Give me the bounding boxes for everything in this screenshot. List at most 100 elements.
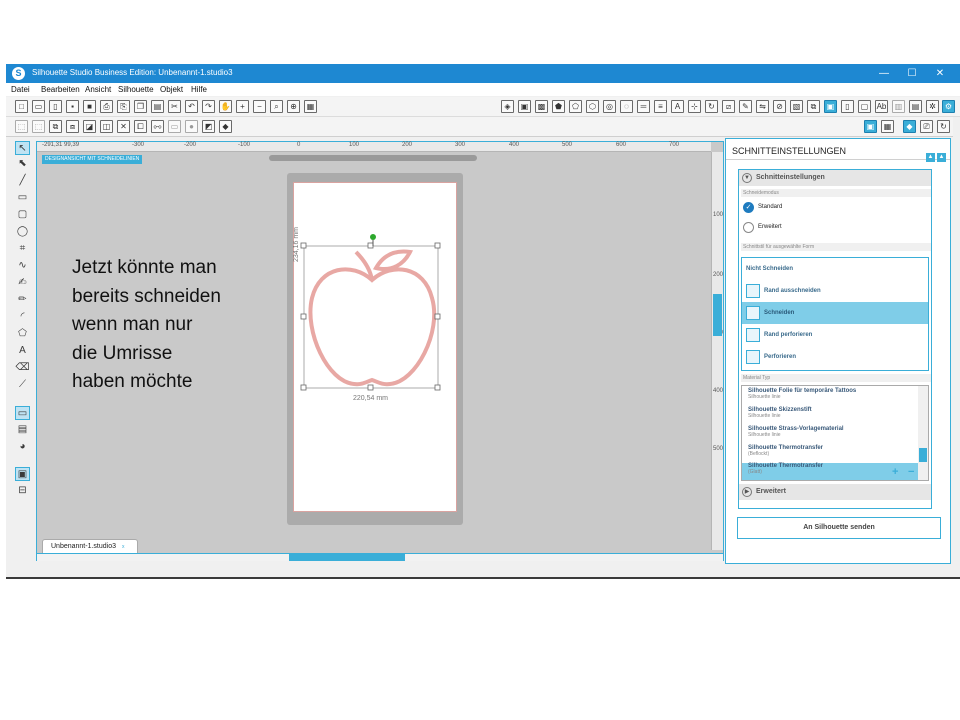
save-disk-icon[interactable]: ■ xyxy=(83,100,96,113)
menu-datei[interactable]: Datei xyxy=(11,85,30,94)
library-icon[interactable]: ▯ xyxy=(49,100,62,113)
panel-toggle-icon[interactable]: ▣ xyxy=(15,467,30,481)
polygon-tool-icon[interactable]: ⌗ xyxy=(15,242,30,256)
image-effects-icon[interactable]: ▧ xyxy=(790,100,803,113)
minimize-button[interactable]: — xyxy=(872,66,896,81)
gear-icon[interactable]: ⚙ xyxy=(942,100,955,113)
grid-settings-icon[interactable]: ▥ xyxy=(892,100,905,113)
expand-chevron-icon[interactable]: ▶ xyxy=(742,487,752,497)
menu-objekt[interactable]: Objekt xyxy=(160,85,183,94)
panel-close-icon[interactable]: ▲ xyxy=(937,153,946,162)
shape-filled-icon[interactable]: ⬠ xyxy=(569,100,582,113)
apple-shape[interactable] xyxy=(292,232,452,402)
collapse-chevron-icon[interactable]: ▼ xyxy=(742,173,752,183)
print-cut-icon[interactable]: ⎘ xyxy=(117,100,130,113)
replicate-icon[interactable]: ⧉ xyxy=(807,100,820,113)
vertical-scroll-thumb[interactable] xyxy=(713,294,722,336)
knife-tool-icon[interactable]: ⟋ xyxy=(15,378,30,392)
eraser-tool-icon[interactable]: ⌫ xyxy=(15,361,30,375)
shear-icon[interactable]: ⧄ xyxy=(722,100,735,113)
layers-icon[interactable]: ▤ xyxy=(909,100,922,113)
text-ab-icon[interactable]: Ab xyxy=(875,100,888,113)
point-edit-icon[interactable]: ⬉ xyxy=(15,157,30,171)
shape-outline-icon[interactable]: ⬡ xyxy=(586,100,599,113)
page-setup-icon[interactable]: ▯ xyxy=(841,100,854,113)
ellipse-tool-icon[interactable]: ◯ xyxy=(15,225,30,239)
rotate-icon[interactable]: ↻ xyxy=(705,100,718,113)
line-color-icon[interactable]: ≡ xyxy=(654,100,667,113)
apple-outline[interactable] xyxy=(308,249,437,387)
curve-tool-icon[interactable]: ∿ xyxy=(15,259,30,273)
horizontal-scroll-thumb[interactable] xyxy=(289,554,405,561)
new-document-icon[interactable]: □ xyxy=(15,100,28,113)
weld-icon[interactable]: ⊘ xyxy=(773,100,786,113)
delete-x-icon[interactable]: ✕ xyxy=(117,120,130,133)
trace-icon[interactable]: ◌ xyxy=(620,100,633,113)
grid-view-icon[interactable]: ▦ xyxy=(304,100,317,113)
design-view-icon[interactable]: ▣ xyxy=(864,120,877,133)
rounded-rect-tool-icon[interactable]: ▢ xyxy=(15,208,30,222)
knife-icon[interactable]: ◆ xyxy=(219,120,232,133)
store-globe-icon[interactable]: ◕ xyxy=(15,440,30,454)
menu-ansicht[interactable]: Ansicht xyxy=(85,85,111,94)
maximize-button[interactable]: ☐ xyxy=(900,66,924,81)
mat-width-slider[interactable] xyxy=(269,155,477,161)
material-item[interactable]: Silhouette Thermotransfer (Beflockt) xyxy=(742,445,918,464)
bring-front-icon[interactable]: ⧠ xyxy=(134,120,147,133)
nesting-icon[interactable]: ▣ xyxy=(824,100,837,113)
radio-extended[interactable] xyxy=(743,222,754,233)
rotate-handle[interactable] xyxy=(367,232,379,248)
circle-icon[interactable]: ● xyxy=(185,120,198,133)
mirror-icon[interactable]: ⇋ xyxy=(756,100,769,113)
offset-icon[interactable]: ◎ xyxy=(603,100,616,113)
remove-material-button[interactable]: − xyxy=(908,466,914,478)
group-icon[interactable]: ⧉ xyxy=(49,120,62,133)
transform-icon[interactable]: ⊹ xyxy=(688,100,701,113)
material-scrollbar[interactable] xyxy=(918,386,928,480)
settings-dial-icon[interactable]: ✲ xyxy=(926,100,939,113)
registration-icon[interactable]: ▢ xyxy=(858,100,871,113)
save-icon[interactable]: ▪ xyxy=(66,100,79,113)
pentagon-tool-icon[interactable]: ⬠ xyxy=(15,327,30,341)
cut-style-none[interactable]: Nicht Schneiden xyxy=(742,258,928,280)
cut-style-perf-edge[interactable]: Rand perforieren xyxy=(742,324,928,346)
text-tool-icon[interactable]: A xyxy=(15,344,30,358)
menu-silhouette[interactable]: Silhouette xyxy=(118,85,154,94)
document-tab[interactable]: Unbenannt-1.studio3 x xyxy=(42,539,138,553)
zoom-in-icon[interactable]: + xyxy=(236,100,249,113)
panel-icon[interactable]: ▣ xyxy=(518,100,531,113)
send-to-silhouette-button[interactable]: An Silhouette senden xyxy=(737,517,941,539)
close-button[interactable]: ✕ xyxy=(928,66,952,81)
material-scroll-thumb[interactable] xyxy=(919,448,927,462)
line-style-icon[interactable]: ═ xyxy=(637,100,650,113)
menu-bearbeiten[interactable]: Bearbeiten xyxy=(41,85,80,94)
pan-hand-icon[interactable]: ✋ xyxy=(219,100,232,113)
refresh-icon[interactable]: ↻ xyxy=(937,120,950,133)
add-material-button[interactable]: + xyxy=(892,466,898,478)
paste-icon[interactable]: ▤ xyxy=(151,100,164,113)
material-item[interactable]: Silhouette Folie für temporäre Tattoos Si… xyxy=(742,388,918,407)
text-style-icon[interactable]: A xyxy=(671,100,684,113)
eraser-icon[interactable]: ◩ xyxy=(202,120,215,133)
redo-icon[interactable]: ↷ xyxy=(202,100,215,113)
fill-tool-icon[interactable]: ◈ xyxy=(501,100,514,113)
horizontal-scrollbar[interactable] xyxy=(37,553,723,561)
split-view-icon[interactable]: ⊟ xyxy=(15,484,30,498)
zoom-out-icon[interactable]: − xyxy=(253,100,266,113)
radio-standard[interactable]: ✓ xyxy=(743,202,754,213)
send-back-icon[interactable]: ⧟ xyxy=(151,120,164,133)
shape-pentagon-icon[interactable]: ⬟ xyxy=(552,100,565,113)
release-compound-icon[interactable]: ◫ xyxy=(100,120,113,133)
align-icon[interactable]: ▭ xyxy=(168,120,181,133)
cut-style-edge[interactable]: Rand ausschneiden xyxy=(742,280,928,302)
menu-hilfe[interactable]: Hilfe xyxy=(191,85,207,94)
library-computer-icon[interactable]: ⎚ xyxy=(920,120,933,133)
select-all-icon[interactable]: ⬚ xyxy=(15,120,28,133)
sketch-icon[interactable]: ✎ xyxy=(739,100,752,113)
panel-collapse-icon[interactable]: ▲ xyxy=(926,153,935,162)
material-list[interactable]: Silhouette Folie für temporäre Tattoos Si… xyxy=(741,385,929,481)
send-to-cutter-icon[interactable]: ◆ xyxy=(903,120,916,133)
print-icon[interactable]: ⎙ xyxy=(100,100,113,113)
store-icon[interactable]: ▦ xyxy=(881,120,894,133)
material-item[interactable]: Silhouette Skizzenstift Silhouette linie xyxy=(742,407,918,426)
